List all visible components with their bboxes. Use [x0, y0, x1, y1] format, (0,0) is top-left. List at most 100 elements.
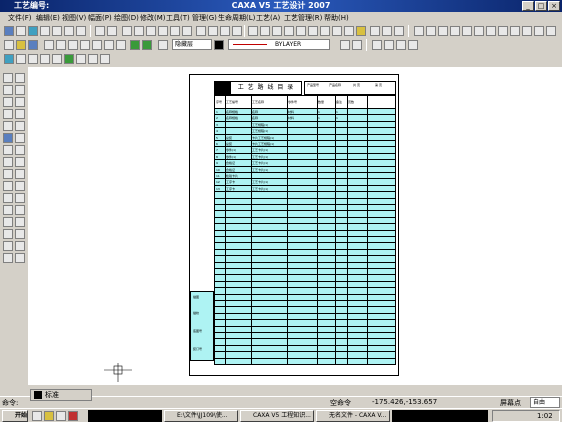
- query-icon[interactable]: [134, 26, 144, 36]
- minimize-button[interactable]: _: [522, 1, 534, 11]
- equidistant-icon[interactable]: [3, 181, 13, 191]
- quicklaunch-desktop-icon[interactable]: [56, 411, 66, 421]
- redo2-icon[interactable]: [104, 40, 114, 50]
- menu-process[interactable]: 工艺(A): [256, 12, 280, 24]
- array-icon[interactable]: [15, 133, 25, 143]
- bom-icon[interactable]: [220, 26, 230, 36]
- refresh-icon[interactable]: [16, 54, 26, 64]
- layer-icon[interactable]: [158, 40, 168, 50]
- polygon-icon[interactable]: [3, 145, 13, 155]
- view-icon[interactable]: [4, 54, 14, 64]
- point-icon[interactable]: [3, 157, 13, 167]
- explode-icon[interactable]: [15, 229, 25, 239]
- arrow-tool-icon[interactable]: [370, 26, 380, 36]
- zoom-out-icon[interactable]: [52, 54, 62, 64]
- position-icon[interactable]: [510, 26, 520, 36]
- insert-icon[interactable]: [3, 241, 13, 251]
- move-icon[interactable]: [15, 85, 25, 95]
- title-block-icon[interactable]: [208, 26, 218, 36]
- center-icon[interactable]: [522, 26, 532, 36]
- symbol-icon[interactable]: [146, 26, 156, 36]
- undo2-icon[interactable]: [92, 40, 102, 50]
- chamfer-icon[interactable]: [15, 181, 25, 191]
- sheet-tab[interactable]: 标准: [45, 390, 59, 400]
- process-edit-icon[interactable]: [308, 26, 318, 36]
- break-icon[interactable]: [15, 217, 25, 227]
- image-icon[interactable]: [3, 253, 13, 263]
- pan-icon[interactable]: [64, 26, 74, 36]
- spline-icon[interactable]: [3, 133, 13, 143]
- circle-icon[interactable]: [498, 26, 508, 36]
- task-caxa-knowledge[interactable]: CAXA V5 工程知识...: [240, 410, 314, 422]
- previous-view-icon[interactable]: [76, 54, 86, 64]
- text-draw-icon[interactable]: [3, 217, 13, 227]
- rectangle-icon[interactable]: [3, 109, 13, 119]
- close-button[interactable]: ×: [548, 1, 560, 11]
- ortho-icon[interactable]: [396, 40, 406, 50]
- line-tool-icon[interactable]: [382, 26, 392, 36]
- plus-minus-icon[interactable]: [426, 26, 436, 36]
- select-icon[interactable]: [28, 26, 38, 36]
- redo-icon[interactable]: [260, 26, 270, 36]
- quicklaunch-ie-icon[interactable]: [32, 411, 42, 421]
- match-icon[interactable]: [352, 40, 362, 50]
- grid-icon[interactable]: [384, 40, 394, 50]
- back-arrow-icon[interactable]: [130, 40, 140, 50]
- quicklaunch-folder-icon[interactable]: [44, 411, 54, 421]
- menu-edit[interactable]: 编辑(E): [36, 12, 60, 24]
- screen-point-toggle[interactable]: 屏幕点: [500, 398, 521, 408]
- print-preview-icon[interactable]: [44, 40, 54, 50]
- text-icon[interactable]: [107, 26, 117, 36]
- save-icon[interactable]: [28, 40, 38, 50]
- new-file-icon[interactable]: [4, 40, 14, 50]
- copy-icon[interactable]: [68, 40, 78, 50]
- circle-draw-icon[interactable]: [3, 97, 13, 107]
- zoom-window-icon[interactable]: [52, 26, 62, 36]
- table-icon[interactable]: [232, 26, 242, 36]
- help-icon[interactable]: [356, 26, 366, 36]
- hatch-draw-icon[interactable]: [3, 205, 13, 215]
- start-button[interactable]: 开始: [2, 410, 28, 422]
- centerline-icon[interactable]: [3, 169, 13, 179]
- arc-icon[interactable]: [3, 85, 13, 95]
- zoom-all-icon[interactable]: [76, 26, 86, 36]
- tangent-icon[interactable]: [3, 193, 13, 203]
- open-icon[interactable]: [16, 40, 26, 50]
- frame-icon[interactable]: [196, 26, 206, 36]
- menu-tools[interactable]: 工具(T): [166, 12, 190, 24]
- menu-view[interactable]: 视图(V): [62, 12, 86, 24]
- fillet-icon[interactable]: [15, 169, 25, 179]
- menu-help[interactable]: 帮助(H): [324, 12, 349, 24]
- angle-icon[interactable]: [486, 26, 496, 36]
- fill-icon[interactable]: [320, 26, 330, 36]
- trim-icon[interactable]: [15, 193, 25, 203]
- menu-manage[interactable]: 管理(G): [192, 12, 217, 24]
- cut-icon[interactable]: [56, 40, 66, 50]
- menu-sheet[interactable]: 幅面(P): [88, 12, 112, 24]
- knowledge-icon[interactable]: [344, 26, 354, 36]
- task-explorer[interactable]: E:\文件\JJ109\使...: [164, 410, 238, 422]
- menu-modify[interactable]: 修改(M): [140, 12, 166, 24]
- offset-icon[interactable]: [15, 157, 25, 167]
- menu-file[interactable]: 文件(F): [8, 12, 32, 24]
- scale-icon[interactable]: [15, 145, 25, 155]
- degree-icon[interactable]: [438, 26, 448, 36]
- paste-icon[interactable]: [80, 40, 90, 50]
- quicklaunch-app-icon[interactable]: [68, 411, 78, 421]
- mirror-icon[interactable]: [15, 121, 25, 131]
- library-icon[interactable]: [182, 26, 192, 36]
- menu-process-manage[interactable]: 工艺管理(R): [284, 12, 322, 24]
- linetype-combo[interactable]: BYLAYER: [228, 39, 330, 50]
- text-style-icon[interactable]: [116, 40, 126, 50]
- snap-icon[interactable]: [372, 40, 382, 50]
- measure-icon[interactable]: [122, 26, 132, 36]
- ellipse-icon[interactable]: [3, 121, 13, 131]
- square-icon[interactable]: [474, 26, 484, 36]
- dimension-icon[interactable]: [95, 26, 105, 36]
- card-icon[interactable]: [272, 26, 282, 36]
- zoom-icon[interactable]: [40, 26, 50, 36]
- layer-combo[interactable]: 隐藏层: [172, 39, 212, 50]
- zoom-in-icon[interactable]: [40, 54, 50, 64]
- process-sheet[interactable]: 工 艺 路 线 目 录 产品型号 产品名称 共 页 第 页 序号 工艺编号 工艺名称…: [189, 74, 399, 376]
- stretch-icon[interactable]: [15, 241, 25, 251]
